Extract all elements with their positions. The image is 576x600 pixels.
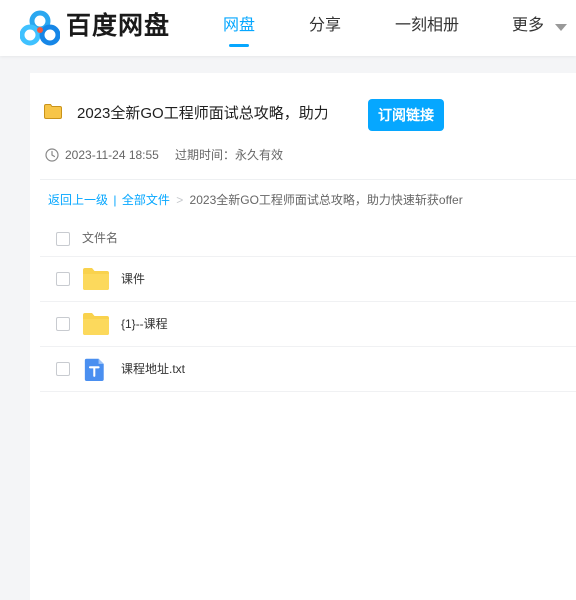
expire-time: 过期时间：永久有效 <box>175 148 284 162</box>
breadcrumb-separator: | <box>113 193 117 207</box>
nav-item-more[interactable]: 更多 <box>512 15 544 37</box>
folder-icon <box>44 104 62 119</box>
breadcrumb-all-files-link[interactable]: 全部文件 <box>122 193 170 207</box>
share-card: 2023全新GO工程师面试总攻略，助力... 订阅链接 2023-11-24 1… <box>30 73 576 600</box>
select-all-checkbox[interactable] <box>56 232 70 246</box>
row-checkbox[interactable] <box>56 362 70 376</box>
row-checkbox[interactable] <box>56 317 70 331</box>
nav-item-photo-album[interactable]: 一刻相册 <box>395 15 459 37</box>
txt-file-icon <box>84 358 104 381</box>
share-date: 2023-11-24 18:55 <box>65 148 159 162</box>
file-list-header: 文件名 <box>40 216 576 257</box>
file-row[interactable]: {1}--课程 <box>40 302 576 347</box>
folder-icon <box>83 268 109 290</box>
share-title: 2023全新GO工程师面试总攻略，助力... <box>77 105 327 122</box>
file-name[interactable]: 课程地址.txt <box>121 361 185 377</box>
file-name[interactable]: 课件 <box>121 271 145 287</box>
brand-name[interactable]: 百度网盘 <box>66 11 170 41</box>
subscribe-link-button[interactable]: 订阅链接 <box>368 99 444 131</box>
clock-icon <box>45 148 59 162</box>
breadcrumb-separator: > <box>176 193 184 207</box>
chevron-down-icon[interactable] <box>555 24 567 31</box>
nav-item-netdisk[interactable]: 网盘 <box>223 15 255 37</box>
top-header: 百度网盘 网盘 分享 一刻相册 更多 <box>0 0 576 56</box>
folder-icon <box>83 313 109 335</box>
nav-item-share[interactable]: 分享 <box>309 15 341 37</box>
file-row[interactable]: 课程地址.txt <box>40 347 576 392</box>
breadcrumb-back-link[interactable]: 返回上一级 <box>48 193 108 207</box>
breadcrumb-current: 2023全新GO工程师面试总攻略，助力快速斩获offer <box>189 193 463 207</box>
active-nav-indicator <box>229 44 249 47</box>
file-row[interactable]: 课件 <box>40 257 576 302</box>
divider <box>40 179 576 180</box>
column-header-filename: 文件名 <box>82 231 119 245</box>
file-name[interactable]: {1}--课程 <box>121 316 168 332</box>
row-checkbox[interactable] <box>56 272 70 286</box>
breadcrumb: 返回上一级 | 全部文件 > 2023全新GO工程师面试总攻略，助力快速斩获of… <box>48 192 463 208</box>
baidu-netdisk-logo-icon[interactable] <box>20 10 60 46</box>
